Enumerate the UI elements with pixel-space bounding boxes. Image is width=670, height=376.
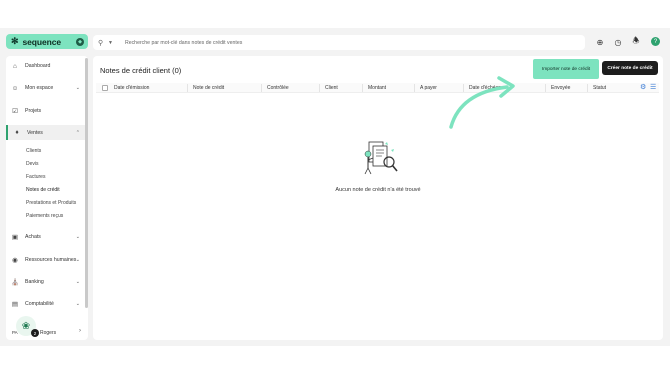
column-header[interactable]: Client bbox=[325, 85, 338, 91]
user-name[interactable]: Rogers bbox=[40, 330, 56, 336]
sidebar-subitem-devis[interactable]: Devis bbox=[26, 161, 39, 167]
bell-icon[interactable]: 🕭 bbox=[630, 36, 642, 48]
sidebar-subitem-factures[interactable]: Factures bbox=[26, 174, 45, 180]
home-icon: ⌂ bbox=[13, 62, 17, 70]
sidebar-item-mon-espace[interactable]: ☺ Mon espace ⌄ bbox=[6, 81, 88, 95]
import-credit-note-button[interactable]: Importer note de crédit bbox=[533, 59, 599, 79]
search-icon: ⚲ bbox=[98, 39, 104, 47]
sidebar-item-label: Mon espace bbox=[25, 85, 54, 91]
shopping-bag-icon: ▣ bbox=[11, 234, 19, 241]
brand-mark-icon: ✻ bbox=[11, 36, 19, 46]
money-bag-icon: ♦ bbox=[15, 129, 19, 136]
sidebar-item-label: Projets bbox=[25, 108, 42, 114]
chevron-down-icon: ⌄ bbox=[75, 234, 80, 240]
column-divider bbox=[545, 84, 546, 92]
column-divider bbox=[319, 84, 320, 92]
user-icon: ☺ bbox=[11, 84, 19, 92]
sidebar-scrollbar[interactable] bbox=[85, 58, 88, 308]
bank-icon: ⛪ bbox=[11, 279, 20, 286]
sidebar-item-projets[interactable]: ☑ Projets bbox=[6, 104, 88, 118]
sidebar-item-banking[interactable]: ⛪ Banking ⌄ bbox=[6, 275, 88, 289]
chevron-down-icon: ⌄ bbox=[75, 85, 80, 91]
empty-state-message: Aucun note de crédit n'a été trouvé bbox=[335, 187, 421, 193]
sidebar-subitem-notes-de-credit[interactable]: Notes de crédit bbox=[26, 187, 60, 193]
main-panel: Notes de crédit client (0) Importer note… bbox=[93, 56, 663, 340]
search-bar[interactable]: ⚲ ▼ Recherche par mot-clé dans notes de … bbox=[93, 35, 585, 50]
sidebar-item-label: Achats bbox=[25, 234, 41, 240]
column-header[interactable]: Note de crédit bbox=[193, 85, 224, 91]
brand-badge-icon: ◆ bbox=[76, 37, 84, 46]
help-icon[interactable]: ? bbox=[651, 37, 660, 46]
sidebar-item-achats[interactable]: ▣ Achats ⌄ bbox=[6, 230, 88, 244]
chevron-down-icon: ⌄ bbox=[75, 279, 80, 285]
select-all-checkbox[interactable] bbox=[102, 85, 108, 91]
sidebar-subitem-clients[interactable]: Clients bbox=[26, 148, 41, 154]
sidebar-subitem-prestations[interactable]: Prestations et Produits bbox=[26, 200, 76, 206]
column-divider bbox=[261, 84, 262, 92]
column-header[interactable]: A payer bbox=[420, 85, 437, 91]
sidebar-item-dashboard[interactable]: ⌂ Dashboard bbox=[6, 59, 88, 73]
gear-icon[interactable]: ⚙ bbox=[640, 83, 646, 91]
column-divider bbox=[414, 84, 415, 92]
top-icons: ⊕ ◷ 🕭 ? bbox=[594, 36, 660, 48]
column-divider bbox=[187, 84, 188, 92]
add-circle-icon[interactable]: ⊕ bbox=[594, 36, 606, 48]
check-square-icon: ☑ bbox=[12, 108, 18, 115]
chevron-down-icon[interactable]: ▼ bbox=[108, 40, 113, 46]
sidebar-item-comptabilite[interactable]: ▤ Comptabilité ⌄ bbox=[6, 297, 88, 311]
sidebar: ⌂ Dashboard ☺ Mon espace ⌄ ☑ Projets ♦ V… bbox=[6, 56, 88, 340]
column-header[interactable]: Envoyée bbox=[551, 85, 570, 91]
sidebar-item-label: Banking bbox=[25, 279, 44, 285]
page-title: Notes de crédit client (0) bbox=[100, 66, 182, 75]
column-header[interactable]: Montant bbox=[368, 85, 386, 91]
chevron-down-icon: ⌄ bbox=[75, 257, 80, 263]
ledger-icon: ▤ bbox=[11, 301, 19, 308]
column-divider bbox=[587, 84, 588, 92]
column-header[interactable]: Statut bbox=[593, 85, 606, 91]
people-icon: ◉ bbox=[12, 257, 18, 264]
sidebar-subitem-paiements[interactable]: Paiements reçus bbox=[26, 213, 63, 219]
clock-icon[interactable]: ◷ bbox=[612, 36, 624, 48]
chevron-up-icon: ⌃ bbox=[75, 129, 80, 136]
app-frame: ✻ sequence ◆ ⚲ ▼ Recherche par mot-clé d… bbox=[0, 28, 670, 346]
sidebar-item-ventes[interactable]: ♦ Ventes ⌃ bbox=[6, 125, 88, 140]
user-initials: PA bbox=[12, 330, 18, 335]
search-placeholder: Recherche par mot-clé dans notes de créd… bbox=[124, 39, 243, 46]
brand-logo[interactable]: ✻ sequence ◆ bbox=[6, 34, 88, 49]
sidebar-item-label: Dashboard bbox=[25, 63, 51, 69]
empty-state-illustration bbox=[364, 141, 398, 175]
column-divider bbox=[362, 84, 363, 92]
sidebar-item-label: Ventes bbox=[27, 129, 43, 136]
create-credit-note-button[interactable]: Créer note de crédit bbox=[602, 61, 658, 75]
avatar-badge: 2 bbox=[31, 329, 39, 337]
column-header[interactable]: Date d'émission bbox=[114, 85, 149, 91]
brand-name: sequence bbox=[22, 36, 62, 47]
chevron-down-icon: ⌄ bbox=[75, 301, 80, 307]
filter-settings-icon[interactable]: ☰ bbox=[650, 83, 656, 91]
sidebar-item-label: Ressources humaines bbox=[25, 257, 77, 263]
highlight-arrow bbox=[449, 76, 515, 129]
chevron-right-icon[interactable]: › bbox=[79, 328, 81, 334]
table-header: Date d'émission Note de crédit Contrôlée… bbox=[96, 83, 659, 93]
sidebar-item-label: Comptabilité bbox=[25, 301, 54, 307]
column-header[interactable]: Contrôlée bbox=[267, 85, 289, 91]
sidebar-item-ressources-humaines[interactable]: ◉ Ressources humaines ⌄ bbox=[6, 253, 88, 267]
